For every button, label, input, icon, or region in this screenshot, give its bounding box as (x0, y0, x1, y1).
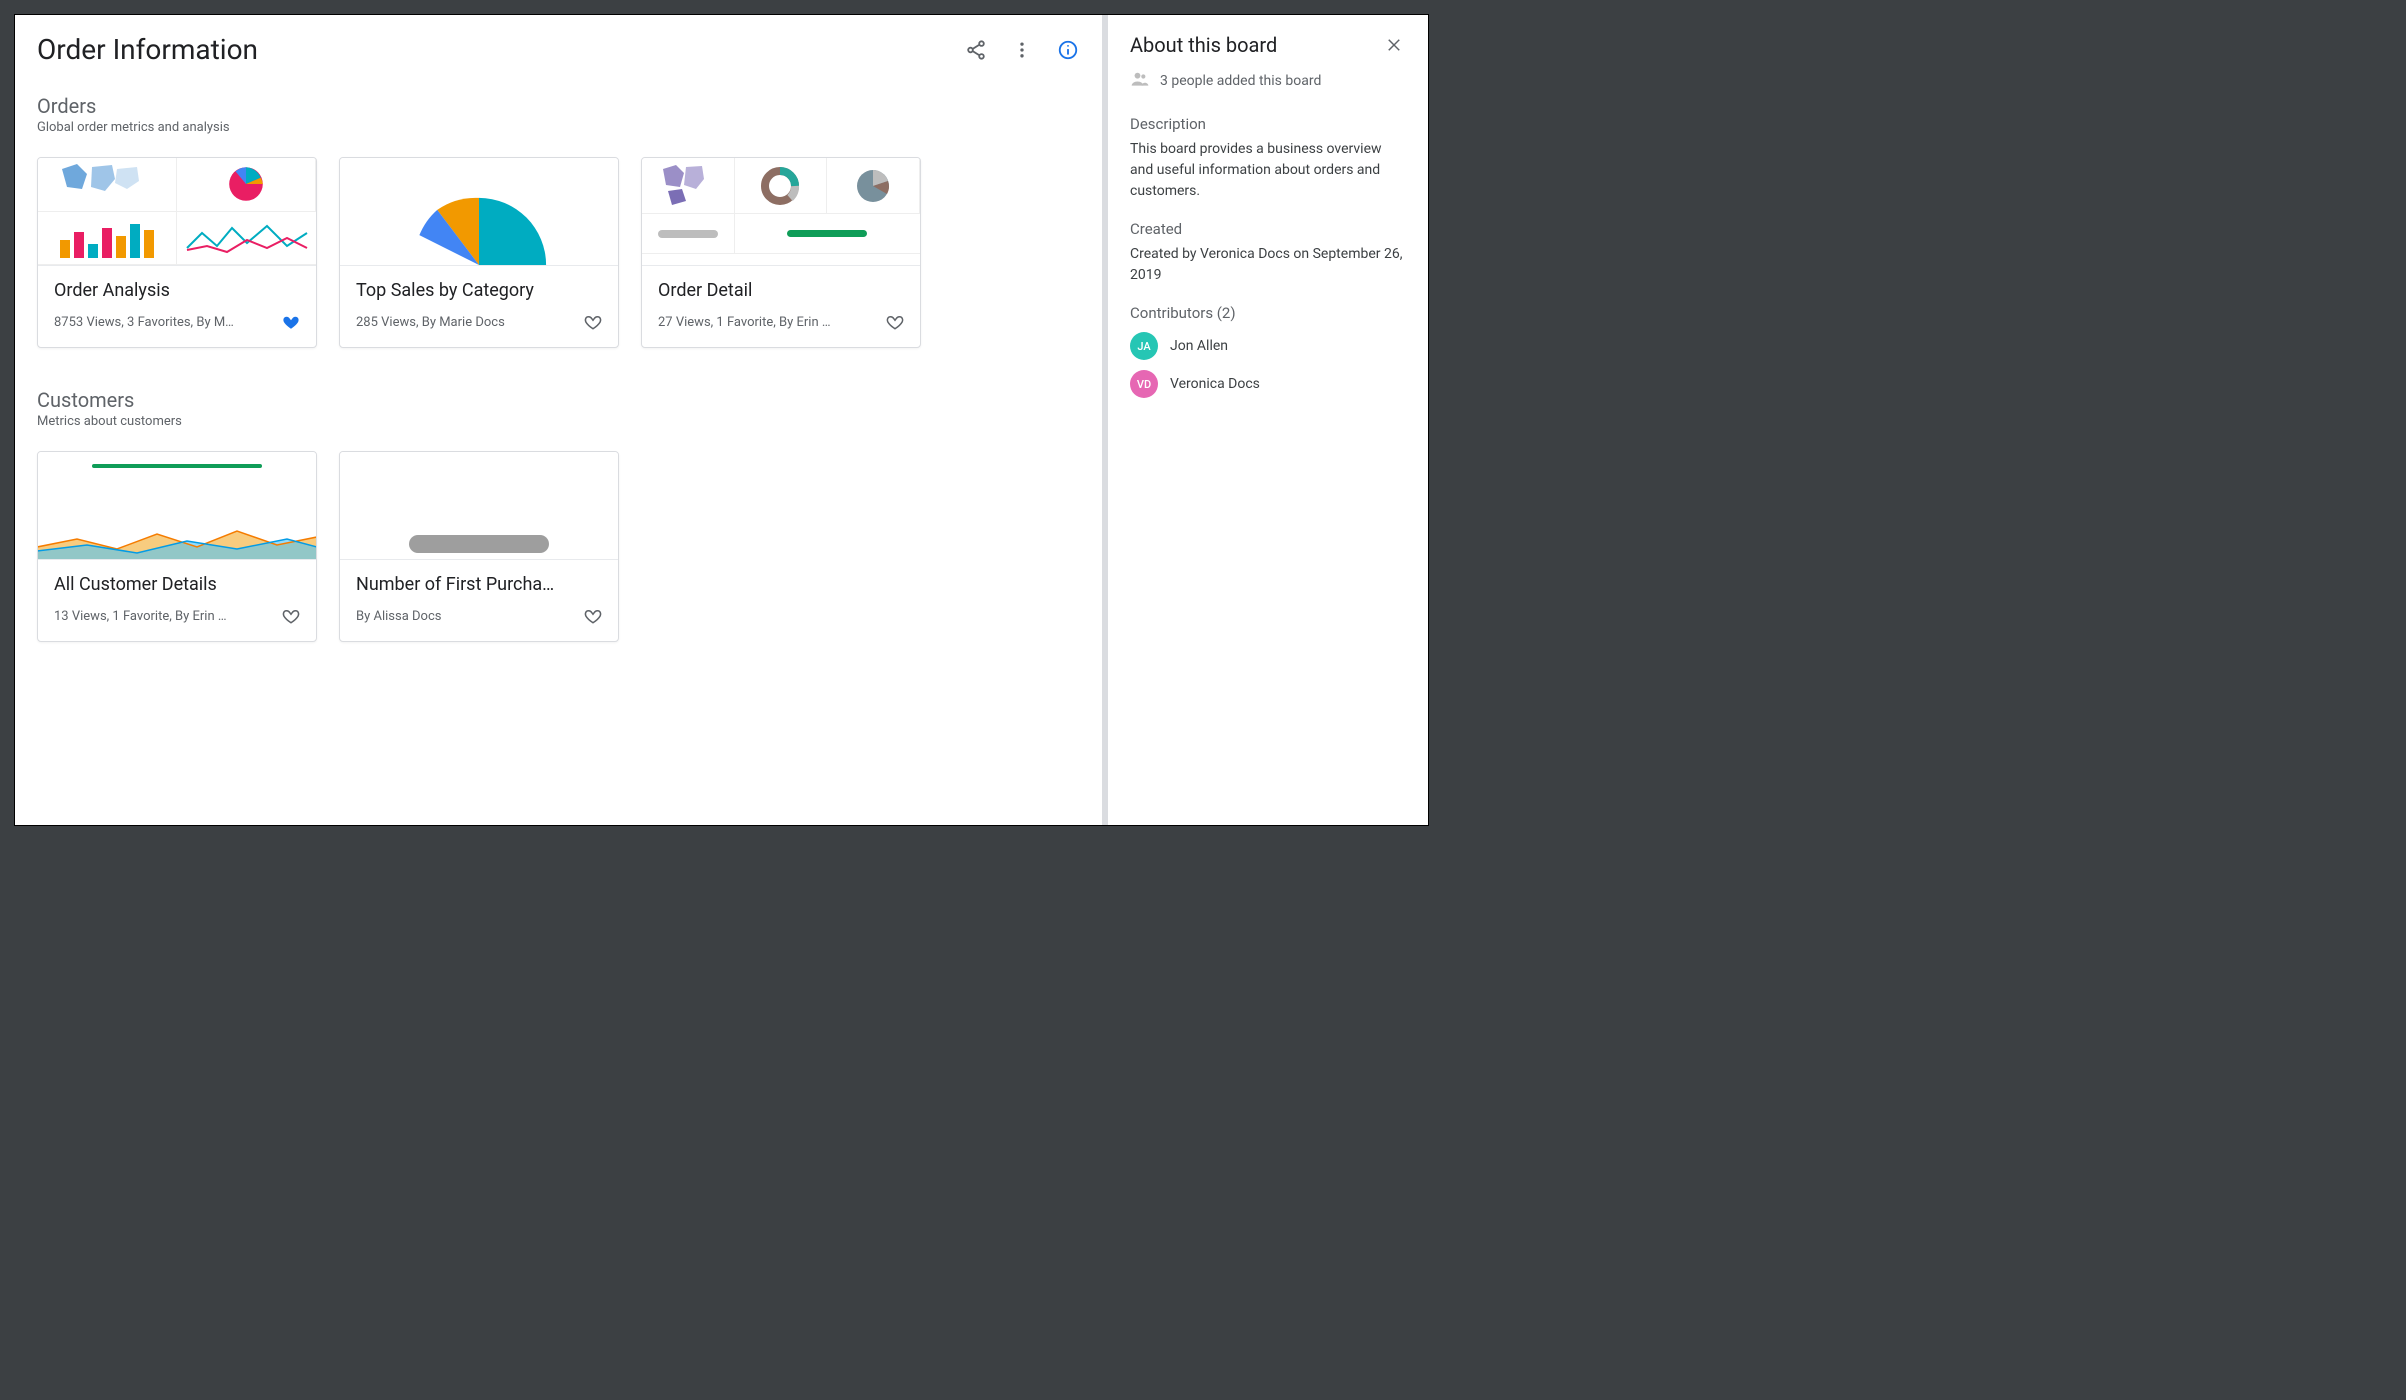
card-thumbnail (340, 452, 618, 560)
contributors-label: Contributors (2) (1130, 304, 1406, 322)
page-title: Order Information (37, 33, 258, 66)
card-thumbnail (38, 452, 316, 560)
about-sidebar: About this board 3 people added this boa… (1108, 15, 1428, 825)
people-icon (1130, 69, 1150, 93)
avatar: VD (1130, 370, 1158, 398)
contributor-row: JA Jon Allen (1130, 332, 1406, 360)
section-title-customers: Customers (37, 388, 1080, 412)
card-title: All Customer Details (54, 574, 300, 595)
card-meta: By Alissa Docs (356, 609, 441, 624)
card-thumbnail (38, 158, 316, 266)
contributor-row: VD Veronica Docs (1130, 370, 1406, 398)
card-title: Order Analysis (54, 280, 300, 301)
favorite-icon[interactable] (584, 313, 602, 331)
close-icon[interactable] (1382, 33, 1406, 57)
description-label: Description (1130, 115, 1406, 133)
contributor-name: Jon Allen (1170, 338, 1228, 354)
avatar: JA (1130, 332, 1158, 360)
card-meta: 27 Views, 1 Favorite, By Erin … (658, 315, 831, 330)
card-thumbnail (642, 158, 920, 266)
card-title: Number of First Purcha… (356, 574, 602, 595)
favorite-icon[interactable] (584, 607, 602, 625)
main-content: Order Information Orders Global order me… (15, 15, 1102, 825)
dashboard-card[interactable]: Order Analysis 8753 Views, 3 Favorites, … (37, 157, 317, 348)
header-actions (964, 38, 1080, 62)
section-subtitle-orders: Global order metrics and analysis (37, 120, 1080, 135)
favorite-icon[interactable] (886, 313, 904, 331)
contributor-name: Veronica Docs (1170, 376, 1260, 392)
section-title-orders: Orders (37, 94, 1080, 118)
info-icon[interactable] (1056, 38, 1080, 62)
section-subtitle-customers: Metrics about customers (37, 414, 1080, 429)
favorite-icon[interactable] (282, 313, 300, 331)
dashboard-card[interactable]: Top Sales by Category 285 Views, By Mari… (339, 157, 619, 348)
dashboard-card[interactable]: All Customer Details 13 Views, 1 Favorit… (37, 451, 317, 642)
card-thumbnail (340, 158, 618, 266)
dashboard-card[interactable]: Order Detail 27 Views, 1 Favorite, By Er… (641, 157, 921, 348)
card-meta: 8753 Views, 3 Favorites, By M… (54, 315, 234, 330)
card-title: Order Detail (658, 280, 904, 301)
dashboard-card[interactable]: Number of First Purcha… By Alissa Docs (339, 451, 619, 642)
created-text: Created by Veronica Docs on September 26… (1130, 244, 1406, 286)
card-title: Top Sales by Category (356, 280, 602, 301)
description-text: This board provides a business overview … (1130, 139, 1406, 202)
people-added-text: 3 people added this board (1160, 73, 1321, 89)
favorite-icon[interactable] (282, 607, 300, 625)
created-label: Created (1130, 220, 1406, 238)
share-icon[interactable] (964, 38, 988, 62)
more-icon[interactable] (1010, 38, 1034, 62)
sidebar-title: About this board (1130, 33, 1277, 57)
card-meta: 13 Views, 1 Favorite, By Erin … (54, 609, 227, 624)
card-meta: 285 Views, By Marie Docs (356, 315, 505, 330)
